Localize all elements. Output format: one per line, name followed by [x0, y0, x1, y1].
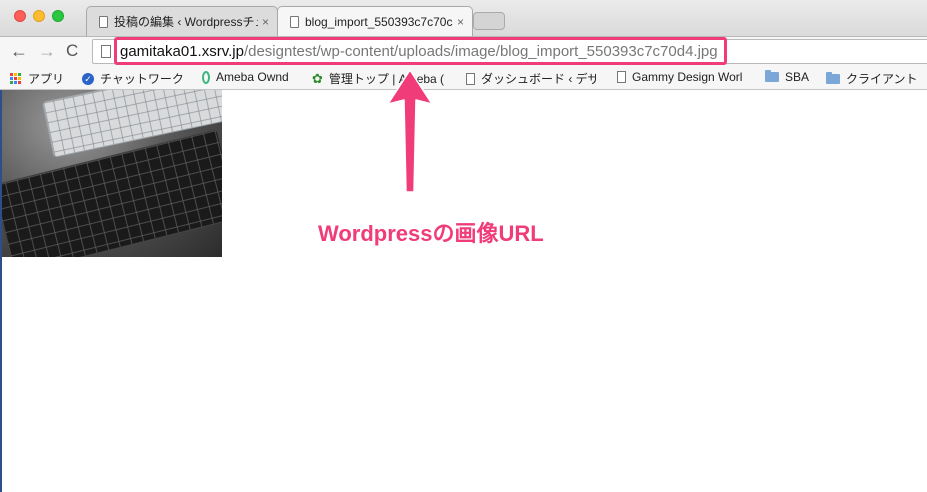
bookmark-gammy-design[interactable]: Gammy Design Worl [617, 70, 749, 84]
bookmark-apps[interactable]: アプリ [10, 70, 64, 87]
bookmark-label: チャットワーク [100, 72, 184, 86]
tab-close-icon[interactable]: × [457, 15, 464, 29]
bookmark-label: ダッシュボード ‹ デザ [481, 72, 596, 86]
keyboard-photo [2, 90, 222, 257]
bookmark-label: アプリ [28, 72, 65, 86]
reload-icon[interactable]: C [66, 40, 78, 62]
page-icon [101, 45, 111, 58]
black-keyboard-image [2, 128, 222, 257]
new-tab-button[interactable] [473, 12, 505, 30]
tab-label: blog_import_550393c7c70c [305, 14, 453, 29]
bookmark-label: Gammy Design Worl [632, 70, 743, 84]
bookmark-folder-client[interactable]: クライアント [826, 70, 918, 87]
url-highlight-box [114, 37, 727, 65]
bookmark-folder-sba[interactable]: SBA [765, 70, 809, 84]
annotation-arrow-icon [387, 69, 433, 193]
close-window-button[interactable] [14, 10, 26, 22]
page-icon [290, 15, 299, 28]
bookmark-chatwork[interactable]: ✓ チャットワーク [82, 70, 184, 87]
page-icon [617, 71, 626, 83]
annotation-label: Wordpressの画像URL [318, 221, 544, 246]
tab-close-icon[interactable]: × [262, 15, 269, 29]
minimize-window-button[interactable] [33, 10, 45, 22]
folder-icon [826, 71, 840, 84]
back-arrow-icon[interactable]: ← [10, 40, 28, 62]
ameba-clover-icon: ✿ [312, 71, 323, 86]
title-bar: 投稿の編集 ‹ Wordpressチュ × blog_import_550393… [0, 0, 927, 36]
forward-arrow-icon[interactable]: → [38, 40, 56, 62]
chatwork-icon: ✓ [82, 72, 94, 85]
zoom-window-button[interactable] [52, 10, 64, 22]
page-icon [99, 15, 108, 28]
bookmark-label: Ameba Ownd [216, 70, 289, 84]
page-icon [466, 72, 475, 85]
apps-grid-icon [10, 72, 22, 85]
ameba-ownd-icon [202, 70, 210, 84]
tab-label: 投稿の編集 ‹ Wordpressチュ [114, 15, 258, 29]
bookmark-label: クライアント [846, 72, 918, 86]
bookmark-ameba-ownd[interactable]: Ameba Ownd [202, 70, 289, 84]
bookmark-label: SBA [785, 70, 810, 84]
bookmark-dashboard[interactable]: ダッシュボード ‹ デザ [466, 70, 596, 87]
tab-post-edit[interactable]: 投稿の編集 ‹ Wordpressチュ × [86, 6, 278, 36]
bookmarks-bar: アプリ ✓ チャットワーク Ameba Ownd ✿ 管理トップ | Ameba… [0, 66, 927, 90]
tab-blog-import-image[interactable]: blog_import_550393c7c70c × [277, 6, 473, 36]
folder-icon [765, 70, 779, 82]
